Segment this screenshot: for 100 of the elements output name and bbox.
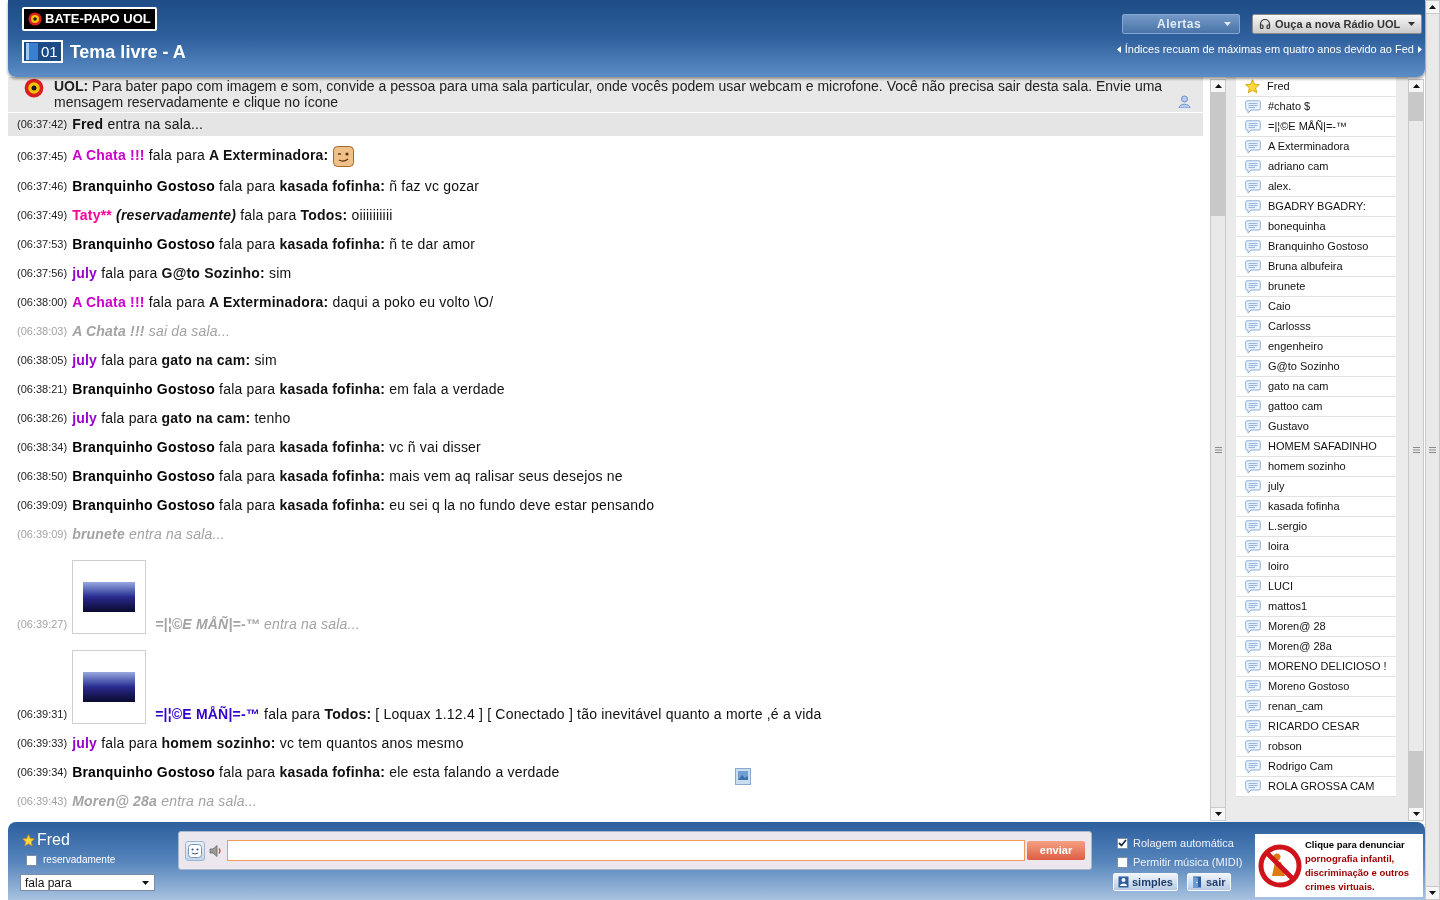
scroll-down-button[interactable]: [1426, 886, 1439, 899]
user-list-item[interactable]: =|¦©E MÅÑ|=-™: [1236, 117, 1396, 137]
user-list-item[interactable]: G@to Sozinho: [1236, 357, 1396, 377]
radio-dropdown[interactable]: Ouça a nova Rádio UOL: [1252, 14, 1422, 34]
report-title: Clique para denunciar: [1305, 837, 1406, 852]
scroll-down-button[interactable]: [1211, 807, 1225, 820]
recipient-name: homem sozinho:: [161, 735, 276, 751]
emoticon-button[interactable]: [185, 840, 205, 861]
user-list-item[interactable]: mattos1: [1236, 597, 1396, 617]
user-list-item[interactable]: HOMEM SAFADINHO: [1236, 437, 1396, 457]
sender-name: Branquinho Gostoso: [72, 439, 215, 455]
user-list-item[interactable]: Moren@ 28: [1236, 617, 1396, 637]
news-ticker-link[interactable]: Índices recuam de máximas em quatro anos devido ao Fed: [1124, 42, 1414, 56]
user-list-item[interactable]: homem sozinho: [1236, 457, 1396, 477]
triangle-down-icon: [1429, 891, 1436, 895]
checkbox[interactable]: [26, 854, 37, 866]
user-list-item[interactable]: loira: [1236, 537, 1396, 557]
user-list-item[interactable]: MORENO DELICIOSO !: [1236, 657, 1396, 677]
chevron-left-icon[interactable]: [1116, 45, 1121, 53]
sender-name: =|¦©E MÅÑ|=-™: [155, 706, 260, 722]
star-icon: [1245, 79, 1260, 94]
user-list-item[interactable]: engenheiro: [1236, 337, 1396, 357]
user-list-item[interactable]: kasada fofinha: [1236, 497, 1396, 517]
timestamp: (06:39:33): [17, 736, 68, 751]
scroll-up-button[interactable]: [1426, 1, 1439, 14]
timestamp: (06:38:03): [17, 324, 68, 339]
user-list-item[interactable]: Rodrigo Cam: [1236, 757, 1396, 777]
user-list-item[interactable]: L.sergio: [1236, 517, 1396, 537]
timestamp: (06:37:42): [17, 117, 68, 132]
speech-bubble-icon: [1245, 239, 1261, 254]
recipient-name: A Exterminadora:: [209, 294, 329, 310]
person-card-icon: [1118, 876, 1129, 888]
user-list-item[interactable]: gato na cam: [1236, 377, 1396, 397]
speech-bubble-icon: [1245, 519, 1261, 534]
door-icon: [1191, 876, 1203, 888]
user-list-item[interactable]: brunete: [1236, 277, 1396, 297]
user-list-item[interactable]: Moreno Gostoso: [1236, 677, 1396, 697]
book-icon: [26, 43, 38, 60]
speech-bubble-icon: [1245, 319, 1261, 334]
speech-bubble-icon: [1245, 139, 1261, 154]
user-list-item[interactable]: robson: [1236, 737, 1396, 757]
speech-bubble-icon: [1245, 99, 1261, 114]
user-list-item[interactable]: Gustavo: [1236, 417, 1396, 437]
chevron-right-icon[interactable]: [1418, 45, 1422, 53]
user-list-item[interactable]: Branquinho Gostoso: [1236, 237, 1396, 257]
message-input[interactable]: [227, 840, 1025, 861]
user-list-item[interactable]: A Exterminadora: [1236, 137, 1396, 157]
user-list-item[interactable]: bonequinha: [1236, 217, 1396, 237]
action-text: fala para: [101, 352, 158, 368]
user-list-item[interactable]: LUCI: [1236, 577, 1396, 597]
scrollbar[interactable]: [1210, 79, 1226, 821]
message-text: mais vem aq ralisar seus desejos ne: [389, 468, 623, 484]
user-list-item[interactable]: loiro: [1236, 557, 1396, 577]
user-list-item[interactable]: renan_cam: [1236, 697, 1396, 717]
scroll-down-button[interactable]: [1409, 807, 1423, 820]
user-list-item[interactable]: Bruna albufeira: [1236, 257, 1396, 277]
user-list-item[interactable]: ROLA GROSSA CAM: [1236, 777, 1396, 797]
action-text: fala para: [219, 497, 276, 513]
speech-bubble-icon: [1245, 499, 1261, 514]
scrollbar-thumb[interactable]: [1211, 93, 1225, 807]
scroll-up-button[interactable]: [1211, 80, 1225, 93]
report-text: pornografia infantil, discriminação e outros crimes virtuais.: [1305, 851, 1410, 894]
scrollbar[interactable]: [1425, 0, 1440, 900]
timestamp: (06:39:09): [17, 498, 68, 513]
username: =|¦©E MÅÑ|=-™: [155, 616, 260, 632]
timestamp: (06:39:09): [17, 527, 68, 542]
simple-view-button[interactable]: simples: [1113, 873, 1178, 891]
speech-bubble-icon: [1245, 699, 1261, 714]
room-number: 01: [41, 42, 58, 61]
mode-select[interactable]: fala para: [20, 874, 155, 891]
message-text: sim: [254, 352, 277, 368]
user-list-item[interactable]: Moren@ 28a: [1236, 637, 1396, 657]
user-list-item[interactable]: Caio: [1236, 297, 1396, 317]
user-list-item[interactable]: Fred: [1236, 77, 1396, 97]
checkbox[interactable]: [1117, 856, 1128, 868]
scrollbar-thumb[interactable]: [1426, 14, 1439, 886]
scrollbar-thumb[interactable]: [1409, 93, 1423, 807]
user-list-item[interactable]: gattoo cam: [1236, 397, 1396, 417]
timestamp: (06:37:45): [17, 149, 68, 164]
user-list-item[interactable]: BGADRY BGADRY:: [1236, 197, 1396, 217]
check-icon: [1118, 839, 1127, 847]
user-list-item[interactable]: july: [1236, 477, 1396, 497]
user-list-item[interactable]: Carlosss: [1236, 317, 1396, 337]
checkbox[interactable]: [1117, 837, 1128, 849]
scroll-up-button[interactable]: [1409, 80, 1423, 93]
user-list-item[interactable]: adriano cam: [1236, 157, 1396, 177]
exit-button[interactable]: sair: [1186, 873, 1231, 891]
headphones-icon: [1259, 18, 1271, 30]
user-list-item[interactable]: #chato $: [1236, 97, 1396, 117]
report-banner[interactable]: Clique para denunciar pornografia infantil, discriminação e outros crimes virtuais.: [1255, 834, 1423, 897]
speaker-icon[interactable]: [209, 843, 223, 858]
timestamp: (06:37:53): [17, 237, 68, 252]
scrollbar[interactable]: [1408, 79, 1424, 821]
user-list-item[interactable]: RICARDO CESAR: [1236, 717, 1396, 737]
action-text: fala para: [148, 294, 205, 310]
sender-name: Branquinho Gostoso: [72, 178, 215, 194]
user-list-item[interactable]: alex.: [1236, 177, 1396, 197]
speech-bubble-icon: [1245, 159, 1261, 174]
caret-down-icon: [1224, 22, 1231, 26]
speech-bubble-icon: [1245, 619, 1261, 634]
